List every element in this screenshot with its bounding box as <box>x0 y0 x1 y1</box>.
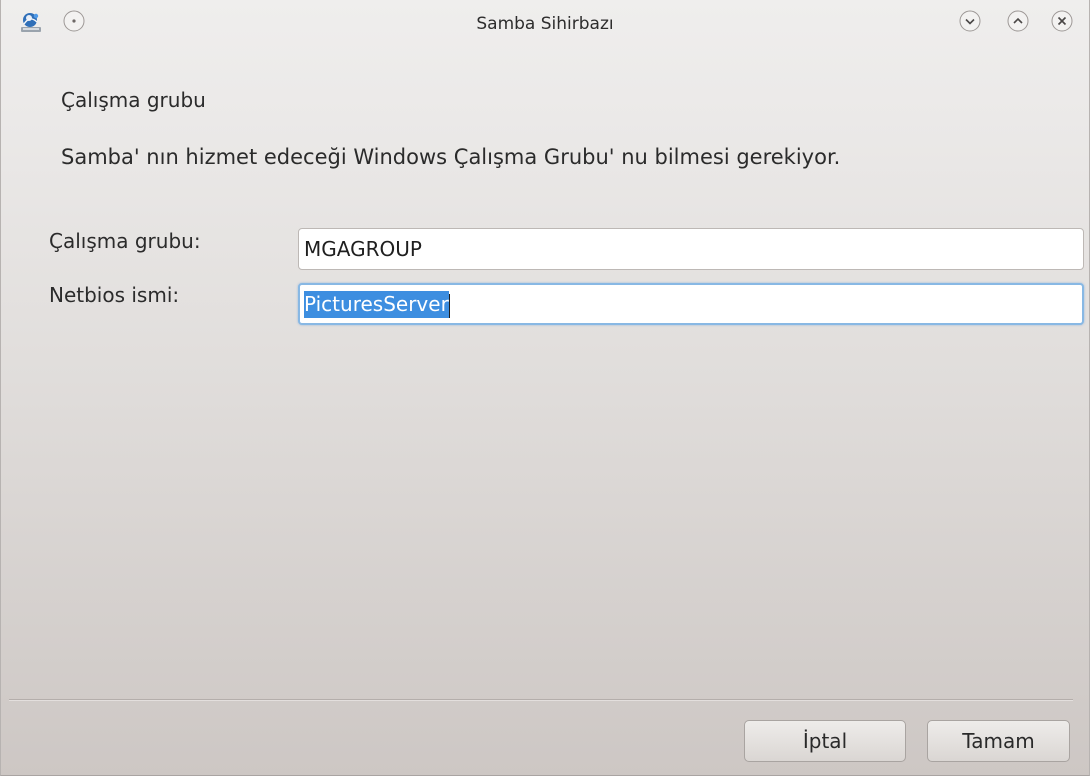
maximize-icon[interactable] <box>1006 9 1030 33</box>
workgroup-input-value: MGAGROUP <box>304 237 422 261</box>
workgroup-label: Çalışma grubu: <box>49 229 201 253</box>
samba-wizard-window: Samba Sihirbazı Çalışma grubu Samba' nın… <box>0 0 1090 776</box>
page-heading: Çalışma grubu <box>61 88 206 112</box>
ok-button[interactable]: Tamam <box>927 720 1070 762</box>
netbios-name-input-value: PicturesServer <box>304 291 449 318</box>
window-menu-icon[interactable] <box>62 9 86 33</box>
workgroup-input[interactable]: MGAGROUP <box>298 228 1084 270</box>
minimize-icon[interactable] <box>958 9 982 33</box>
close-icon[interactable] <box>1050 9 1074 33</box>
button-area-separator <box>9 699 1073 701</box>
cancel-button[interactable]: İptal <box>744 720 906 762</box>
window-title: Samba Sihirbazı <box>476 14 614 34</box>
text-caret <box>448 293 450 318</box>
page-description: Samba' nın hizmet edeceği Windows Çalışm… <box>61 145 841 169</box>
title-bar[interactable]: Samba Sihirbazı <box>1 0 1089 48</box>
netbios-name-input[interactable]: PicturesServer <box>298 283 1084 325</box>
samba-wizard-app-icon[interactable] <box>18 9 44 35</box>
netbios-name-label: Netbios ismi: <box>49 283 180 307</box>
